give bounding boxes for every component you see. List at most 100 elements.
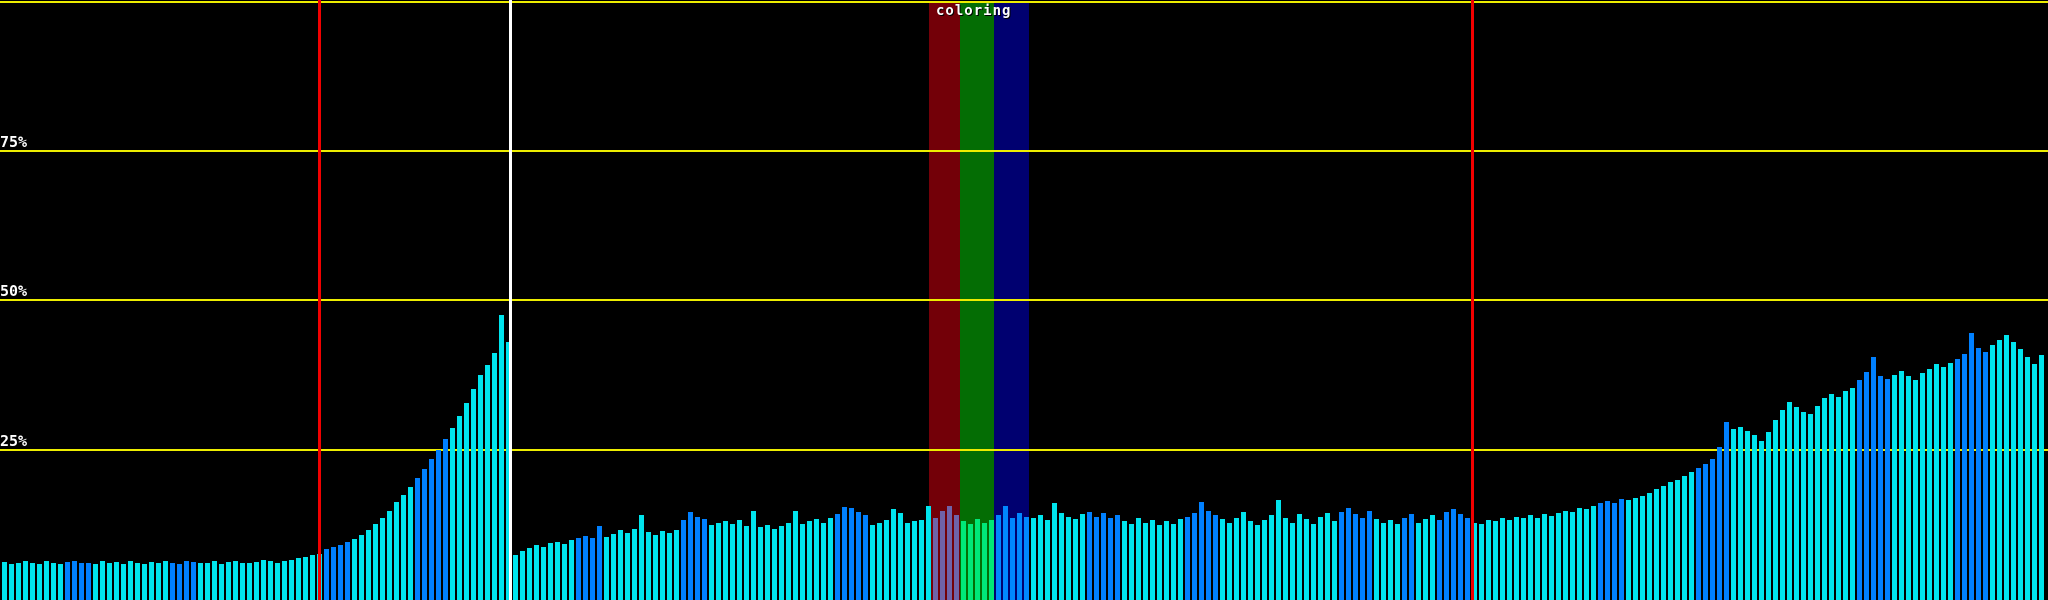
bar — [681, 520, 686, 600]
bar — [58, 564, 63, 600]
bar — [1234, 518, 1239, 600]
bar — [1640, 496, 1645, 600]
bar — [667, 533, 672, 600]
bar — [1829, 394, 1834, 600]
bar — [86, 563, 91, 600]
bar — [513, 555, 518, 600]
bar — [485, 365, 490, 600]
bar — [261, 560, 266, 600]
bar — [1871, 357, 1876, 600]
bar — [1717, 447, 1722, 600]
bar — [1423, 519, 1428, 600]
bar — [1633, 498, 1638, 600]
bar — [212, 561, 217, 600]
bar — [1010, 518, 1015, 600]
bar — [555, 542, 560, 600]
bar — [1948, 363, 1953, 600]
bar — [709, 525, 714, 600]
bar — [170, 563, 175, 600]
bar — [2, 562, 7, 600]
bar — [1430, 515, 1435, 600]
bar — [793, 511, 798, 600]
bar — [1192, 513, 1197, 600]
bar — [1836, 397, 1841, 600]
bar — [919, 520, 924, 600]
bar — [464, 403, 469, 600]
bar — [1738, 427, 1743, 600]
bar — [23, 561, 28, 600]
bar — [1675, 480, 1680, 600]
bar — [1724, 422, 1729, 600]
bar — [954, 515, 959, 600]
bar — [968, 524, 973, 600]
bar — [1815, 406, 1820, 600]
bar — [1878, 376, 1883, 600]
bar — [310, 555, 315, 600]
bar — [121, 564, 126, 600]
bar — [2018, 349, 2023, 600]
bar — [163, 561, 168, 600]
bar — [1535, 518, 1540, 600]
bar — [1465, 518, 1470, 600]
bar — [219, 564, 224, 600]
bar — [1437, 520, 1442, 600]
bar — [744, 526, 749, 600]
bar — [1528, 515, 1533, 600]
bar — [30, 563, 35, 600]
bar — [93, 564, 98, 600]
bar — [331, 547, 336, 600]
bar — [772, 529, 777, 600]
bar — [611, 534, 616, 600]
bar — [1157, 525, 1162, 600]
bar — [1038, 515, 1043, 600]
bar — [1990, 345, 1995, 600]
bar — [1696, 468, 1701, 600]
bar — [1262, 520, 1267, 600]
performance-history-chart: 75% 50% 25% coloring — [0, 0, 2048, 600]
bar — [1766, 432, 1771, 600]
bar — [1059, 513, 1064, 600]
bar — [226, 562, 231, 600]
chart-title: coloring — [936, 3, 1012, 19]
marker-line-red-2 — [1471, 0, 1474, 600]
bar — [1955, 359, 1960, 600]
bar — [1115, 515, 1120, 600]
bar — [1024, 517, 1029, 600]
bar — [961, 521, 966, 600]
bar — [905, 523, 910, 600]
bar — [751, 511, 756, 600]
bar — [562, 544, 567, 600]
bar — [240, 563, 245, 600]
bar — [275, 563, 280, 600]
bar — [947, 506, 952, 600]
bar — [282, 561, 287, 600]
bar — [436, 450, 441, 600]
bar — [821, 523, 826, 600]
bar — [1570, 512, 1575, 600]
y-axis-label-75: 75% — [0, 133, 28, 151]
bar — [1269, 515, 1274, 600]
bar — [394, 502, 399, 600]
bar — [37, 564, 42, 600]
bar — [289, 560, 294, 600]
bar — [1122, 521, 1127, 600]
bar — [1549, 516, 1554, 600]
bar — [1906, 376, 1911, 600]
bar — [1304, 519, 1309, 600]
bar — [1276, 500, 1281, 600]
bar — [1129, 524, 1134, 600]
bar — [177, 564, 182, 600]
bar — [499, 315, 504, 600]
bar — [660, 531, 665, 600]
bar — [1864, 372, 1869, 600]
bar — [303, 557, 308, 600]
bar — [569, 540, 574, 600]
bar — [1164, 521, 1169, 600]
bar — [1332, 521, 1337, 600]
bar — [835, 514, 840, 600]
bar — [1374, 519, 1379, 600]
bar — [79, 563, 84, 600]
bar — [1290, 523, 1295, 600]
bar — [1213, 515, 1218, 600]
bar — [639, 515, 644, 600]
